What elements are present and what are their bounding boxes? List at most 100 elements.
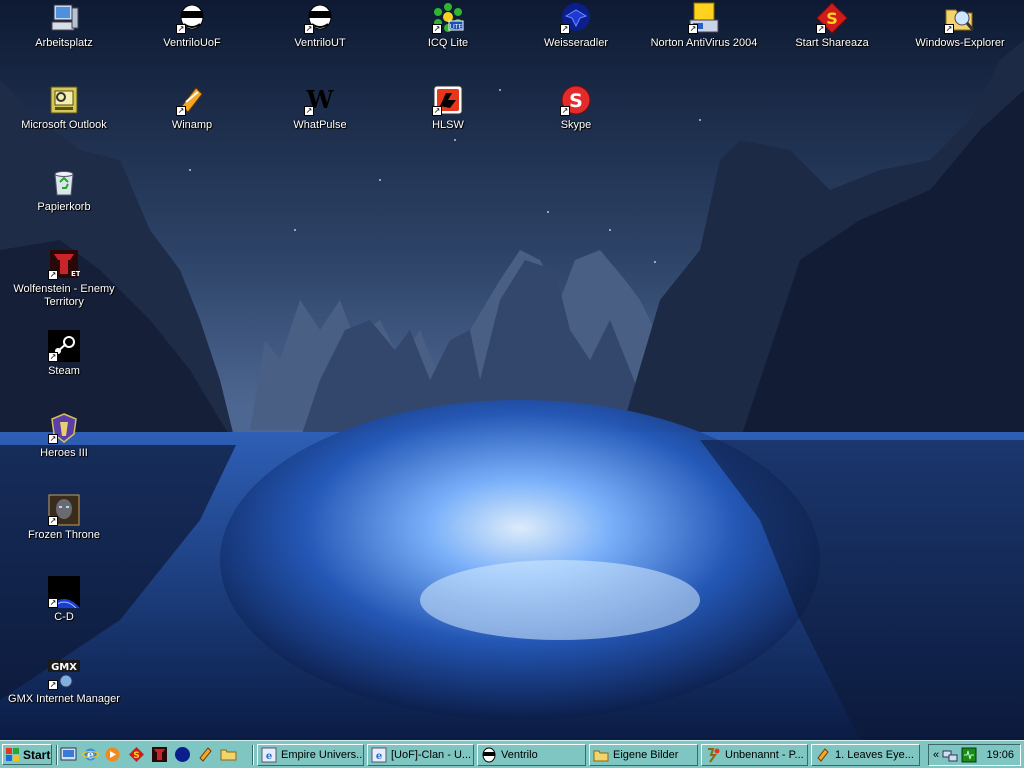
desktop-icon-label: VentriloUT <box>294 37 346 49</box>
desktop-icon-norton-antivirus[interactable]: ↗ Norton AntiVirus 2004 <box>640 0 768 78</box>
task-label: Empire Univers... <box>281 749 364 761</box>
desktop-icon-label: Heroes III <box>40 447 88 459</box>
svg-text:e: e <box>266 751 272 762</box>
outlook-icon <box>50 86 78 114</box>
task-button-uof-clan[interactable]: e [UoF]-Clan - U... <box>367 744 474 766</box>
shortcut-arrow-icon: ↗ <box>432 24 442 34</box>
folder-icon <box>593 750 609 762</box>
shortcut-arrow-icon: ↗ <box>48 680 58 690</box>
system-tray: « 19:06 <box>928 744 1021 766</box>
task-button-ventrilo[interactable]: Ventrilo <box>477 744 586 766</box>
desktop-icon-arbeitsplatz[interactable]: Arbeitsplatz <box>0 0 128 78</box>
desktop-icon-label: WhatPulse <box>293 119 347 131</box>
quicklaunch-folder[interactable] <box>220 746 237 763</box>
winamp-icon <box>817 748 829 762</box>
desktop-icon-skype[interactable]: S ↗ Skype <box>512 82 640 160</box>
desktop-icon-ventriliout[interactable]: ↗ VentriloUT <box>256 0 384 78</box>
task-button-eigene-bilder[interactable]: Eigene Bilder <box>589 744 698 766</box>
start-button[interactable]: Start <box>2 744 52 765</box>
task-label: Unbenannt - P... <box>725 749 804 761</box>
desktop-icon-icq-lite[interactable]: LITE ↗ ICQ Lite <box>384 0 512 78</box>
shortcut-arrow-icon: ↗ <box>176 106 186 116</box>
svg-text:S: S <box>133 751 139 761</box>
quicklaunch-shareaza[interactable]: S <box>128 746 145 763</box>
svg-text:e: e <box>87 749 94 762</box>
task-label: Ventrilo <box>501 749 538 761</box>
shortcut-arrow-icon: ↗ <box>560 106 570 116</box>
tray-network[interactable] <box>942 747 958 763</box>
quicklaunch-media-player[interactable] <box>104 746 121 763</box>
desktop-icon-label: Wolfenstein - Enemy Territory <box>13 283 115 308</box>
network-icon <box>942 750 958 762</box>
shortcut-arrow-icon: ↗ <box>176 24 186 34</box>
quicklaunch-winamp[interactable] <box>197 746 214 763</box>
winamp-icon <box>199 747 212 762</box>
internet-explorer-icon: e <box>82 748 99 762</box>
desktop-icon-winamp[interactable]: ↗ Winamp <box>128 82 256 160</box>
show-desktop-icon <box>60 747 77 761</box>
shortcut-arrow-icon: ↗ <box>48 598 58 608</box>
task-button-winamp[interactable]: 1. Leaves Eye... <box>811 744 920 766</box>
desktop-icon-ventrilouof[interactable]: ↗ VentriloUoF <box>128 0 256 78</box>
quicklaunch-wolfenstein[interactable] <box>151 746 168 763</box>
desktop-icon-start-shareaza[interactable]: S ↗ Start Shareaza <box>768 0 896 78</box>
desktop-icon-gmx-internet-manager[interactable]: GMX ↗ GMX Internet Manager <box>0 656 128 734</box>
paint-icon <box>708 748 720 763</box>
svg-text:S: S <box>826 9 838 28</box>
desktop-icon-label: Arbeitsplatz <box>35 37 93 49</box>
taskbar-separator <box>56 745 58 765</box>
desktop-icon-label: Steam <box>48 365 80 377</box>
desktop-icon-whatpulse[interactable]: W ↗ WhatPulse <box>256 82 384 160</box>
desktop-icon-hlsw[interactable]: ↗ HLSW <box>384 82 512 160</box>
desktop-icon-steam[interactable]: ↗ Steam <box>0 328 128 406</box>
shortcut-arrow-icon: ↗ <box>688 24 698 34</box>
desktop-icon-label: Windows-Explorer <box>915 37 1005 49</box>
svg-text:S: S <box>569 90 583 112</box>
eagle-icon <box>175 747 190 762</box>
desktop-icon-label: GMX Internet Manager <box>8 693 120 705</box>
desktop-icon-windows-explorer[interactable]: ↗ Windows-Explorer <box>896 0 1024 78</box>
desktop-icon-wolfenstein[interactable]: ET ↗ Wolfenstein - Enemy Territory <box>0 246 128 324</box>
taskbar-separator <box>252 745 254 765</box>
svg-text:ET: ET <box>71 270 80 278</box>
desktop-icon-label: VentriloUoF <box>163 37 221 49</box>
shortcut-arrow-icon: ↗ <box>48 434 58 444</box>
desktop-icon-weisseradler[interactable]: ↗ Weisseradler <box>512 0 640 78</box>
task-label: 1. Leaves Eye... <box>835 749 914 761</box>
shortcut-arrow-icon: ↗ <box>48 516 58 526</box>
desktop-icon-label: Papierkorb <box>37 201 91 213</box>
clock[interactable]: 19:06 <box>986 749 1020 761</box>
quicklaunch-show-desktop[interactable] <box>60 746 77 763</box>
desktop-icon-label: Winamp <box>171 119 213 131</box>
quicklaunch-weisseradler[interactable] <box>174 746 191 763</box>
desktop-icon-label: Weisseradler <box>544 37 608 49</box>
task-button-empire-universe[interactable]: e Empire Univers... <box>257 744 364 766</box>
desktop-icon-papierkorb[interactable]: Papierkorb <box>0 164 128 242</box>
desktop-icon-label: C-D <box>54 611 74 623</box>
whatpulse-tray-icon <box>961 747 977 763</box>
task-button-paint[interactable]: Unbenannt - P... <box>701 744 808 766</box>
desktop-icon-microsoft-outlook[interactable]: Microsoft Outlook <box>0 82 128 160</box>
windows-logo-icon <box>6 748 19 761</box>
quicklaunch-internet-explorer[interactable]: e <box>82 746 99 763</box>
tray-expand-button[interactable]: « <box>933 749 939 761</box>
desktop-icon-label: Skype <box>560 119 592 131</box>
desktop-icon-frozen-throne[interactable]: ↗ Frozen Throne <box>0 492 128 570</box>
folder-icon <box>220 749 237 761</box>
desktop-icon-label: Norton AntiVirus 2004 <box>650 37 758 49</box>
shortcut-arrow-icon: ↗ <box>432 106 442 116</box>
recycle-bin-icon <box>54 171 74 196</box>
shortcut-arrow-icon: ↗ <box>944 24 954 34</box>
shortcut-arrow-icon: ↗ <box>48 270 58 280</box>
desktop-icon-label: HLSW <box>432 119 464 131</box>
task-label: [UoF]-Clan - U... <box>391 749 472 761</box>
tray-whatpulse[interactable] <box>961 747 977 763</box>
shareaza-icon: S <box>129 747 144 762</box>
desktop-icon-c-d[interactable]: ↗ C-D <box>0 574 128 652</box>
desktop-icon-heroes-iii[interactable]: ↗ Heroes III <box>0 410 128 488</box>
desktop-icon-label: Frozen Throne <box>28 529 100 541</box>
internet-explorer-icon: e <box>371 747 387 763</box>
shortcut-arrow-icon: ↗ <box>304 24 314 34</box>
desktop-icon-label: ICQ Lite <box>427 37 469 49</box>
internet-explorer-icon: e <box>261 747 277 763</box>
